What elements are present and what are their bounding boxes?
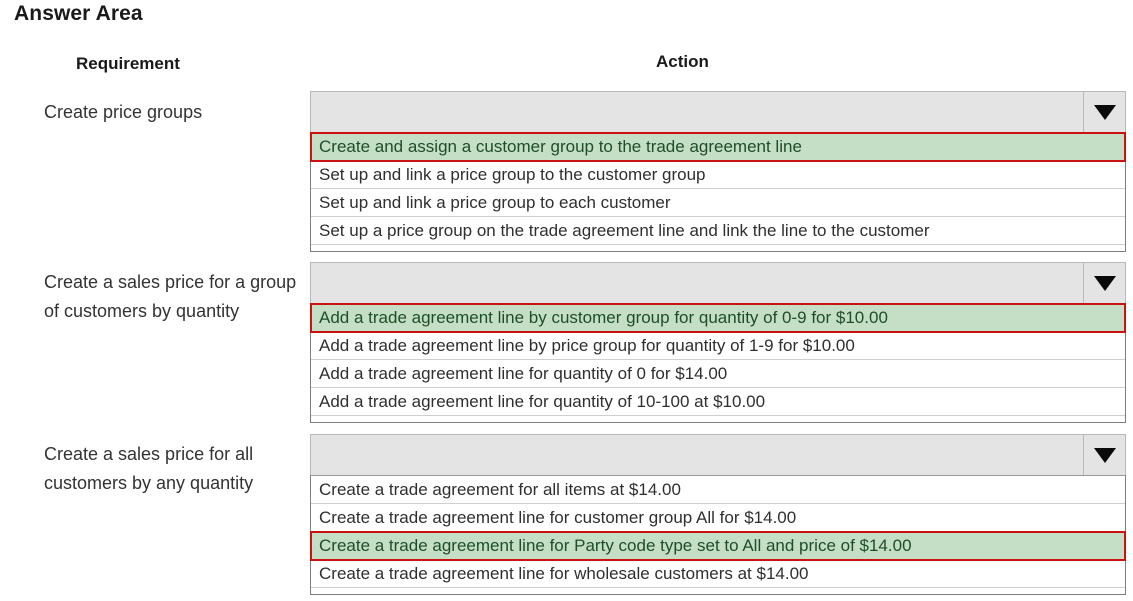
column-header-requirement: Requirement <box>76 54 180 73</box>
action-option[interactable]: Create and assign a customer group to th… <box>310 132 1126 162</box>
chevron-down-icon <box>1093 447 1116 463</box>
requirement-label-1: Create price groups <box>44 102 203 122</box>
action-dropdown-2-toggle[interactable] <box>1083 263 1125 303</box>
action-group-1: Create and assign a customer group to th… <box>310 91 1126 252</box>
action-option[interactable]: Create a trade agreement line for Party … <box>310 531 1126 561</box>
action-option[interactable]: Create a trade agreement line for wholes… <box>311 560 1125 588</box>
action-group-3: Create a trade agreement for all items a… <box>310 434 1126 595</box>
chevron-down-icon <box>1093 275 1116 291</box>
action-option[interactable]: Create a trade agreement for all items a… <box>311 476 1125 504</box>
action-option[interactable]: Add a trade agreement line by customer g… <box>310 303 1126 333</box>
action-option[interactable]: Add a trade agreement line for quantity … <box>311 388 1125 416</box>
requirement-label-2: Create a sales price for a group of cust… <box>44 272 297 321</box>
action-dropdown-3-toggle[interactable] <box>1083 435 1125 475</box>
list-bottom-padding <box>311 416 1125 422</box>
column-header-action: Action <box>656 52 709 71</box>
action-option-list-3: Create a trade agreement for all items a… <box>310 475 1126 595</box>
action-option[interactable]: Set up and link a price group to each cu… <box>311 189 1125 217</box>
action-group-2: Add a trade agreement line by customer g… <box>310 262 1126 423</box>
action-option[interactable]: Add a trade agreement line by price grou… <box>311 332 1125 360</box>
list-bottom-padding <box>311 245 1125 251</box>
page-title: Answer Area <box>14 2 143 25</box>
action-dropdown-1-toggle[interactable] <box>1083 92 1125 132</box>
action-option-list-2: Add a trade agreement line by customer g… <box>310 303 1126 423</box>
action-option[interactable]: Set up a price group on the trade agreem… <box>311 217 1125 245</box>
list-bottom-padding <box>311 588 1125 594</box>
action-dropdown-2[interactable] <box>310 262 1126 303</box>
chevron-down-icon <box>1093 104 1116 120</box>
action-dropdown-1[interactable] <box>310 91 1126 132</box>
action-option[interactable]: Add a trade agreement line for quantity … <box>311 360 1125 388</box>
requirement-label-3: Create a sales price for all customers b… <box>44 444 254 493</box>
action-dropdown-3[interactable] <box>310 434 1126 475</box>
action-option[interactable]: Create a trade agreement line for custom… <box>311 504 1125 532</box>
action-option-list-1: Create and assign a customer group to th… <box>310 132 1126 252</box>
action-option[interactable]: Set up and link a price group to the cus… <box>311 161 1125 189</box>
